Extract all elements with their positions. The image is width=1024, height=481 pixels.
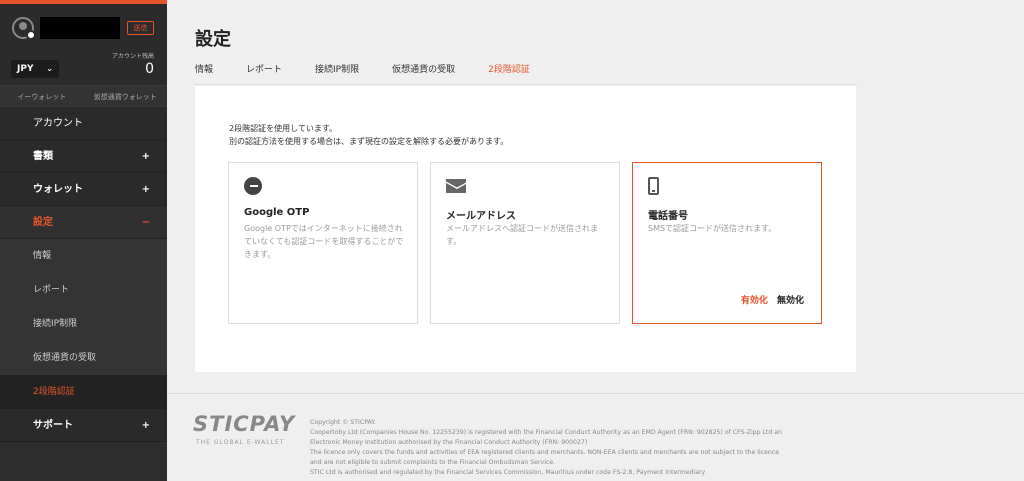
- enable-button[interactable]: 有効化: [741, 296, 768, 306]
- balance-value: 0: [145, 61, 154, 77]
- sidebar-item-label: ウォレット: [33, 184, 83, 195]
- legal-paragraph: STIC Ltd is authorised and regulated by …: [310, 469, 706, 476]
- card-description: Google OTPではインターネットに接続されていなくても認証コードを取得する…: [244, 224, 404, 259]
- sidebar-item-documents[interactable]: 書類 +: [0, 140, 167, 173]
- plus-icon: +: [141, 420, 150, 431]
- tab-crypto-wallet[interactable]: 仮想通貨ウォレット: [84, 86, 168, 106]
- notice-line: 別の認証方法を使用する場合は、まず現在の設定を解除する必要があります。: [229, 137, 509, 146]
- card-description: SMSで認証コードが送信されます。: [648, 224, 777, 233]
- two-factor-panel: 2段階認証を使用しています。 別の認証方法を使用する場合は、まず現在の設定を解除…: [195, 86, 856, 372]
- logo-tagline: THE GLOBAL E-WALLET: [196, 439, 285, 446]
- sidebar-item-account[interactable]: アカウント: [0, 107, 167, 140]
- sidebar-subitem-2fa[interactable]: 2段階認証: [0, 375, 167, 409]
- notice-line: 2段階認証を使用しています。: [229, 124, 338, 133]
- wallet-tabs: イーウォレット 仮想通貨ウォレット: [0, 85, 167, 107]
- send-button[interactable]: 送信: [127, 21, 154, 35]
- notice-text: 2段階認証を使用しています。 別の認証方法を使用する場合は、まず現在の設定を解除…: [229, 122, 508, 148]
- sidebar-item-label: 設定: [33, 217, 53, 228]
- redacted-username: [40, 17, 120, 39]
- gear-icon[interactable]: [26, 30, 36, 40]
- sidebar-subitem-crypto-receive[interactable]: 仮想通貨の受取: [0, 341, 167, 375]
- auth-option-phone[interactable]: 電話番号 SMSで認証コードが送信されます。 有効化 無効化: [632, 162, 822, 324]
- legal-paragraph: Coopertoby Ltd (Companies House No. 1225…: [310, 429, 782, 446]
- profile-section: 送信 JPY ⌄ アカウント残高 0: [0, 4, 167, 85]
- balance-label: アカウント残高: [111, 53, 154, 60]
- auth-option-google-otp[interactable]: Google OTP Google OTPではインターネットに接続されていなくて…: [228, 162, 418, 324]
- tab-e-wallet[interactable]: イーウォレット: [0, 86, 84, 106]
- card-actions: 有効化 無効化: [741, 293, 804, 306]
- card-title: Google OTP: [244, 207, 310, 218]
- sidebar-subitem-ip-restriction[interactable]: 接続IP制限: [0, 307, 167, 341]
- sidebar: 送信 JPY ⌄ アカウント残高 0 イーウォレット 仮想通貨ウォレット アカウ…: [0, 0, 167, 481]
- sidebar-item-label: 書類: [33, 151, 53, 162]
- sidebar-item-label: サポート: [33, 420, 73, 431]
- sidebar-item-support[interactable]: サポート +: [0, 409, 167, 442]
- footer: STICPAY THE GLOBAL E-WALLET Copyright © …: [167, 393, 1024, 481]
- plus-icon: +: [141, 151, 150, 162]
- legal-paragraph: The licence only covers the funds and ac…: [310, 449, 780, 466]
- sidebar-item-label: アカウント: [33, 118, 83, 129]
- chevron-down-icon: ⌄: [46, 64, 53, 73]
- sticpay-logo[interactable]: STICPAY: [193, 412, 295, 436]
- plus-icon: +: [141, 184, 150, 195]
- sidebar-item-settings[interactable]: 設定 −: [0, 206, 167, 239]
- disable-button[interactable]: 無効化: [777, 296, 804, 306]
- card-description: メールアドレスへ認証コードが送信されます。: [446, 224, 598, 246]
- auth-option-email[interactable]: メールアドレス メールアドレスへ認証コードが送信されます。: [430, 162, 620, 324]
- legal-text: Copyright © STICPAY. Coopertoby Ltd (Com…: [310, 418, 790, 478]
- currency-select[interactable]: JPY ⌄: [11, 60, 59, 78]
- sidebar-subitem-info[interactable]: 情報: [0, 239, 167, 273]
- card-title: 電話番号: [648, 211, 688, 222]
- page-title: 設定: [195, 29, 231, 50]
- tab-divider: [195, 84, 857, 85]
- phone-icon: [648, 177, 659, 195]
- currency-value: JPY: [17, 64, 34, 74]
- card-title: メールアドレス: [446, 211, 516, 222]
- main-content: 設定 情報 レポート 接続IP制限 仮想通貨の受取 2段階認証 2段階認証を使用…: [167, 0, 1024, 481]
- minus-icon: −: [141, 217, 150, 228]
- sidebar-item-wallet[interactable]: ウォレット +: [0, 173, 167, 206]
- sidebar-subitem-report[interactable]: レポート: [0, 273, 167, 307]
- copyright-text: Copyright © STICPAY.: [310, 419, 376, 426]
- google-authenticator-icon: [244, 177, 262, 195]
- mail-icon: [446, 177, 466, 193]
